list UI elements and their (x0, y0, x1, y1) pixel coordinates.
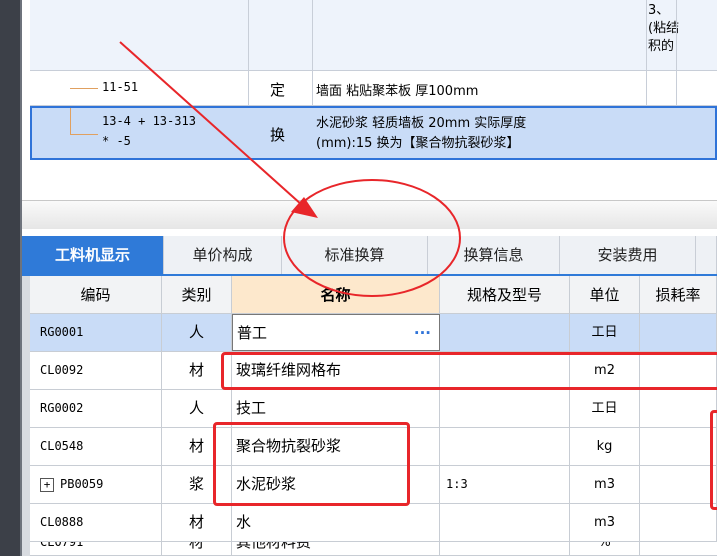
annotation-circle (283, 179, 461, 297)
annotation-arrow-line (119, 41, 303, 206)
annotation-box-right (710, 410, 717, 510)
annotation-box-mortar (213, 422, 410, 506)
annotation-box-glass-mesh (221, 352, 717, 390)
